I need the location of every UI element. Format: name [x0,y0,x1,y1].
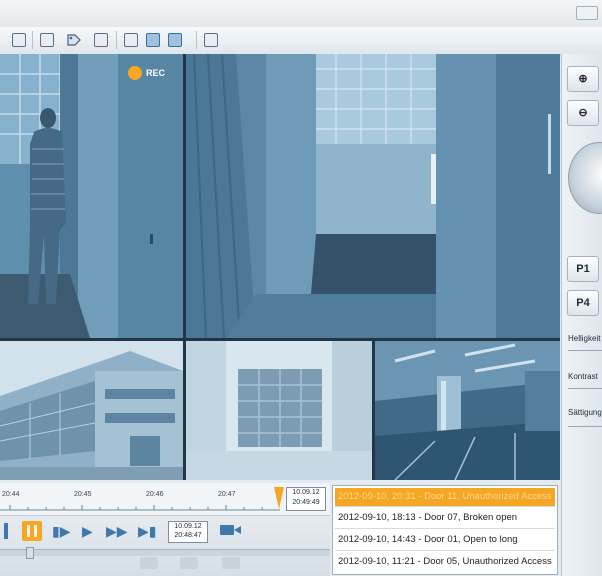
step-forward-icon[interactable]: ▮▶ [52,523,70,539]
rec-indicator-icon [128,66,142,80]
rec-label: REC [146,68,166,78]
event-item[interactable]: 2012-09-10, 14:43 - Door 01, Open to lon… [335,531,555,549]
window-control-icon[interactable] [576,6,598,20]
ptz-joystick[interactable] [568,142,602,214]
marker-time: 20:49:49 [292,499,320,506]
timeline-marker-readout: 10.09.12 20:49:49 [286,487,326,511]
camera-view-1[interactable] [0,54,183,338]
export-icon[interactable] [94,33,108,47]
scrollbar-thumb[interactable] [26,547,34,559]
camera-view-2[interactable] [186,54,560,338]
camera-icon[interactable] [220,525,234,535]
add-bookmark-icon[interactable] [140,557,158,569]
camera-view-5[interactable] [375,341,560,480]
timeline-tick: 20:46 [146,491,164,498]
export-clip-icon[interactable] [180,557,198,569]
zoom-window-icon[interactable] [40,33,54,47]
playback-time-readout: 10.09.12 20:48:47 [168,521,208,543]
timeline-tick: 20:44 [2,491,20,498]
fast-forward-icon[interactable]: ▶▶ [106,523,128,539]
contrast-slider[interactable] [568,388,602,389]
event-item[interactable]: 2012-09-10, 18:13 - Door 07, Broken open [335,509,555,527]
zoom-out-icon[interactable]: ⊖ [567,100,599,126]
camera-view-4[interactable] [186,341,372,480]
layout-3-icon[interactable] [168,33,182,47]
video-grid: REC [0,54,560,480]
playback-scrollbar[interactable] [0,549,330,556]
layout-4-icon[interactable] [204,33,218,47]
grid-icon[interactable] [12,33,26,47]
playback-date: 10.09.12 [174,523,202,530]
saturation-label: Sättigung [568,408,602,417]
skip-end-icon[interactable]: ▶▮ [138,523,156,539]
toolbar-separator [116,31,117,49]
camera-view-3[interactable] [0,341,183,480]
grid-divider [372,341,375,480]
delete-icon[interactable] [222,557,240,569]
playback-panel: 20:44 20:45 20:46 20:47 10.09.12 20:49:4… [0,483,330,576]
layout-1-icon[interactable] [124,33,138,47]
toolbar-separator [32,31,33,49]
grid-divider [183,54,186,480]
tag-icon[interactable] [66,33,82,47]
marker-date: 10.09.12 [292,489,320,496]
toolbar [0,27,602,55]
timeline-ruler[interactable]: 20:44 20:45 20:46 20:47 10.09.12 20:49:4… [0,483,330,516]
title-bar [0,0,602,28]
skip-start-icon[interactable] [4,523,8,539]
saturation-slider[interactable] [568,426,602,427]
playback-time: 20:48:47 [174,532,202,539]
zoom-in-icon[interactable]: ⊕ [567,66,599,92]
camera-icon-lens [234,526,241,534]
play-icon[interactable]: ▶ [82,523,93,539]
grid-divider [0,338,560,341]
contrast-label: Kontrast [568,372,598,381]
toolbar-separator [196,31,197,49]
event-item[interactable]: 2012-09-10, 20:31 - Door 11, Unauthorize… [335,488,555,506]
event-item[interactable]: 2012-09-10, 11:21 - Door 05, Unauthorize… [335,553,555,571]
layout-2-icon[interactable] [146,33,160,47]
preset-button[interactable]: P4 [567,290,599,316]
brightness-label: Helligkeit [568,334,601,343]
brightness-slider[interactable] [568,350,602,351]
timeline-tick: 20:45 [74,491,92,498]
pause-button[interactable] [22,521,42,541]
event-list: 2012-09-10, 20:31 - Door 11, Unauthorize… [332,485,558,575]
preset-button[interactable]: P1 [567,256,599,282]
timeline-tick: 20:47 [218,491,236,498]
timeline-marker-icon[interactable] [274,487,284,509]
ptz-panel: ⊕ ⊖ P1 P4 Helligkeit Kontrast Sättigung [561,54,602,576]
